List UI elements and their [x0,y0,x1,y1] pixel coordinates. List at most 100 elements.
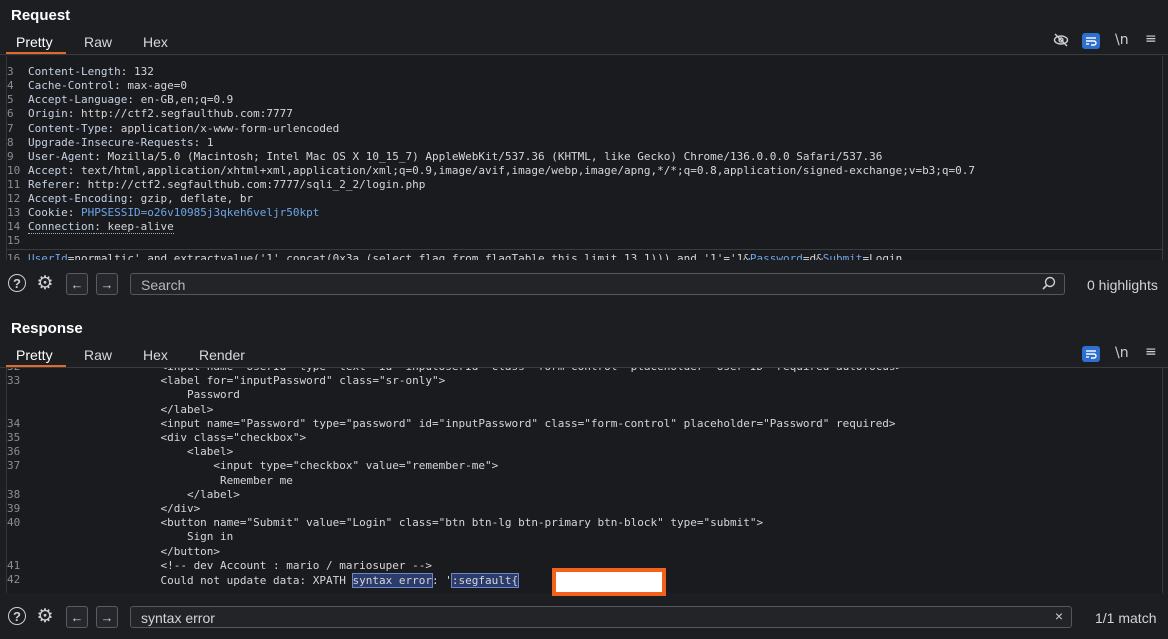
header-value: PHPSESSID=o26v10985j3qkeh6veljr50kpt [74,206,320,220]
line-number: 42 [7,573,21,586]
help-icon[interactable]: ? [8,274,26,292]
line-number: 10 [7,163,21,177]
request-header-line: Accept-Encoding: gzip, deflate, br [28,192,253,205]
response-code-line: Sign in [28,530,234,544]
search-icon[interactable] [1042,276,1056,293]
previous-button[interactable]: ← [66,606,88,628]
line-number: 15 [7,234,21,248]
response-code-line: <label> [28,445,234,459]
header-colon: : [127,93,134,107]
line-number: 9 [7,149,14,163]
response-code-line: <!-- dev Account : mario / mariosuper --… [28,558,432,572]
line-number: 11 [7,177,21,191]
response-editor[interactable]: 32 <input name="UserId" type="text" id="… [6,368,1163,593]
line-number: 35 [7,431,21,444]
header-value: gzip, deflate, br [133,192,254,205]
response-code-line: Remember me [28,473,293,487]
response-search-input[interactable] [139,609,1023,627]
header-name: Referer [28,177,75,191]
request-tab-raw[interactable]: Raw [84,34,112,50]
clear-icon[interactable]: × [1055,608,1063,624]
request-search-field[interactable] [130,273,1065,295]
gear-icon[interactable]: ⚙ [34,605,56,627]
request-header-line: Origin: http://ctf2.segfaulthub.com:7777 [28,107,293,120]
menu-icon[interactable]: ≡ [1145,31,1157,47]
body-val3: Login [869,252,903,260]
response-code-line: </button> [28,544,221,558]
response-search-bar: ? ⚙ ← → × 1/1 match [0,603,1168,633]
header-name: Origin [28,107,68,121]
eye-off-icon[interactable] [1053,32,1069,52]
wrap-icon[interactable] [1082,33,1100,49]
request-tab-hex[interactable]: Hex [143,34,168,50]
response-scrollbar[interactable] [1162,368,1163,593]
arrow-right-icon: → [100,609,114,625]
line-number: 6 [7,107,14,121]
request-search-input[interactable] [139,276,1023,294]
next-button[interactable]: → [96,606,118,628]
header-value: text/html,application/xhtml+xml,applicat… [74,163,976,177]
line-number: 38 [7,487,21,501]
response-tab-hex[interactable]: Hex [143,347,168,363]
help-icon[interactable]: ? [8,607,26,625]
match-count: 1/1 match [1095,610,1157,626]
flag-prefix: :segfault{ [450,573,520,588]
header-value: application/x-www-form-urlencoded [114,121,340,135]
line-number: 39 [7,502,21,515]
line-number: 7 [7,121,14,135]
line-number: 41 [7,558,21,572]
header-value: 132 [127,65,154,79]
request-editor[interactable]: 3 Content-Length: 132 4 Cache-Control: max-… [6,56,1163,260]
line-number: 34 [7,416,21,430]
line-number: 3 [7,65,14,79]
header-name: Upgrade-Insecure-Requests [28,135,194,149]
header-name: Connection [28,220,95,235]
header-value: http://ctf2.segfaulthub.com:7777/sqli_2_… [80,177,426,191]
line-number: 13 [7,206,21,220]
header-colon: : [127,192,134,205]
response-code-line: <div class="checkbox"> [28,431,307,444]
header-colon: : [94,220,101,235]
request-tab-divider [0,54,1168,55]
line-number: 32 [7,368,24,373]
line-number: 12 [7,192,21,205]
line-number: 40 [7,516,21,530]
header-value: max-age=0 [120,79,187,93]
previous-button[interactable]: ← [66,273,88,295]
newline-toggle[interactable]: \n [1115,32,1129,48]
wrap-icon[interactable] [1082,346,1100,362]
body-amp2: & [816,252,823,260]
response-search-field[interactable]: × [130,606,1072,628]
header-name: Content-Length [28,65,121,79]
response-code-line: <input name="UserId" type="text" id="inp… [28,368,902,373]
request-header-line: Content-Length: 132 [28,65,154,78]
next-button[interactable]: → [96,273,118,295]
response-tab-render[interactable]: Render [199,347,245,363]
line-number: 4 [7,79,14,93]
request-tab-pretty[interactable]: Pretty [16,34,53,50]
request-header-line: Referer: http://ctf2.segfaulthub.com:777… [28,178,425,191]
redaction-box [552,568,666,596]
response-tab-raw[interactable]: Raw [84,347,112,363]
header-name: Accept-Encoding [28,192,128,205]
header-colon: : [114,79,121,93]
response-code-line: <input name="Password" type="password" i… [28,416,896,430]
body-eq1: = [802,252,810,260]
arrow-left-icon: ← [70,609,84,625]
menu-icon[interactable]: ≡ [1145,344,1157,360]
header-name: Accept [28,163,68,177]
request-body-line: UserId = normaltic' and extractvalue('1',c… [28,252,902,260]
newline-toggle[interactable]: \n [1115,345,1129,361]
body-amp1: & [743,252,750,260]
request-header-line: User-Agent: Mozilla/5.0 (Macintosh; Inte… [28,150,882,163]
request-scrollbar[interactable] [1162,56,1163,260]
error-prefix: Could not update data: XPATH [28,574,353,587]
response-tab-pretty[interactable]: Pretty [16,347,53,363]
request-header-line: Accept: text/html,application/xhtml+xml,… [28,164,975,177]
body-param1: UserId [28,252,68,260]
request-title: Request [11,7,71,24]
header-name: Accept-Language [28,93,128,107]
arrow-left-icon: ← [70,276,84,292]
gear-icon[interactable]: ⚙ [34,272,56,294]
response-code-line: </div> [28,502,201,515]
